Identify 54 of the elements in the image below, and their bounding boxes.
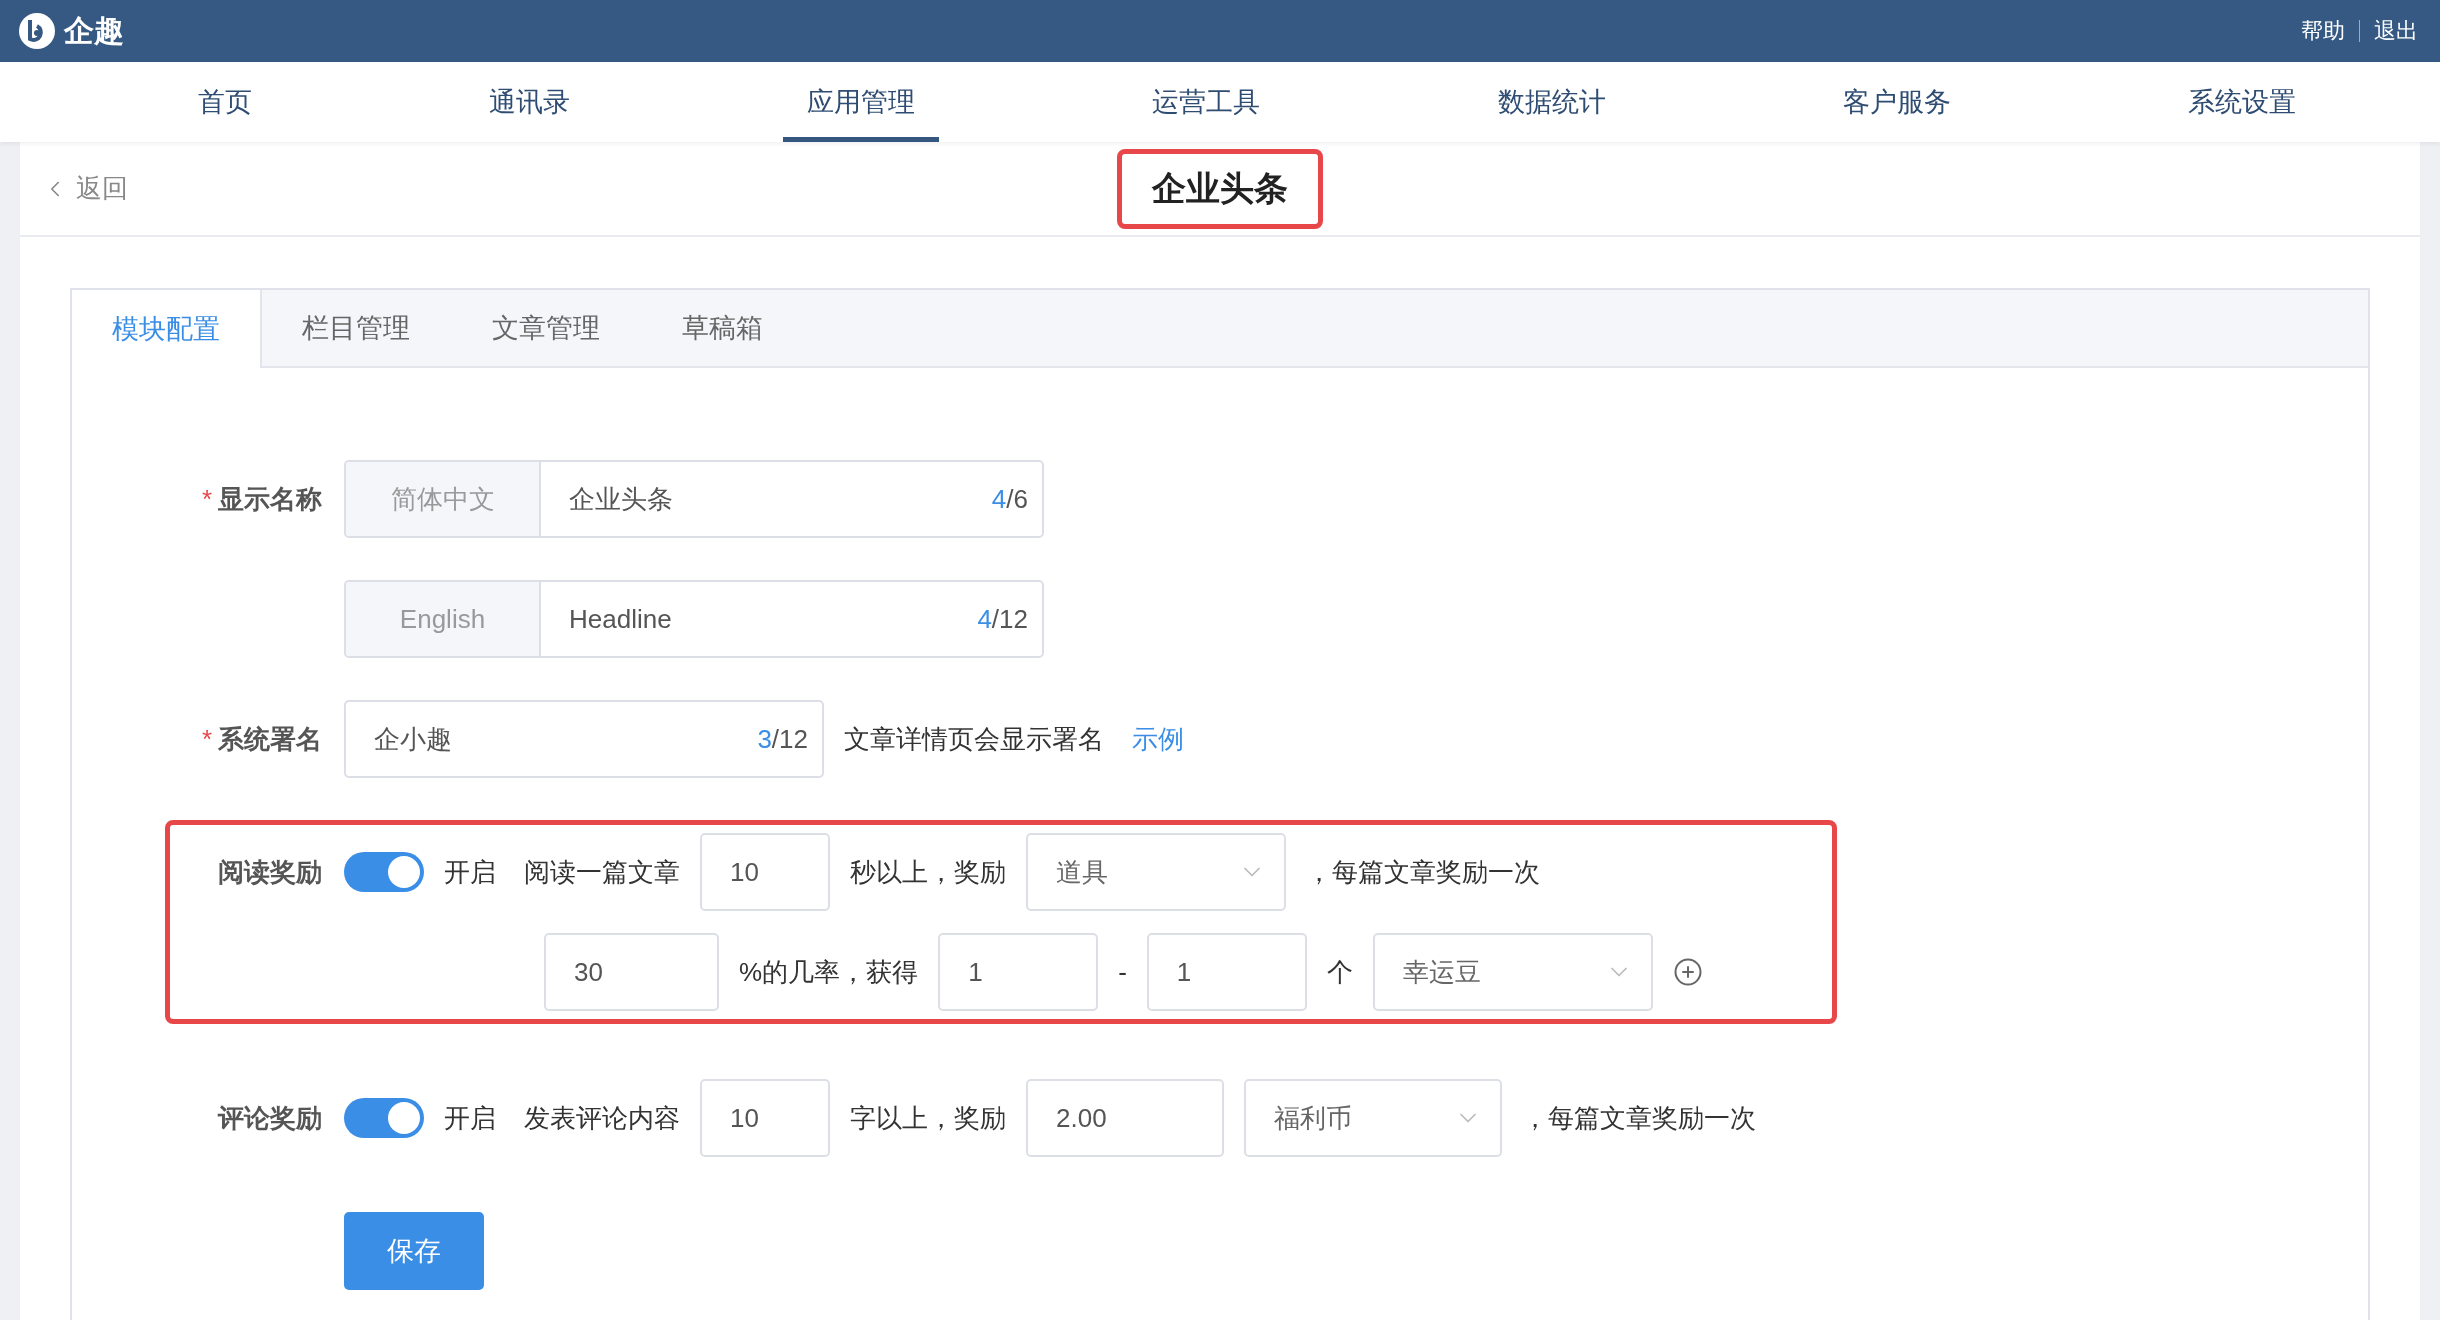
toggle-label: 开启 xyxy=(444,855,496,889)
language-prefix: 简体中文 xyxy=(346,462,541,536)
required-mark: * xyxy=(201,483,212,515)
back-link[interactable]: 返回 xyxy=(42,171,128,206)
nav-tab[interactable]: 客户服务 xyxy=(1818,62,1975,142)
field-value: 企业头条 xyxy=(569,482,674,516)
signature-field[interactable]: 企小趣 3/12 xyxy=(344,700,824,778)
header-link[interactable]: 帮助 xyxy=(2301,16,2345,46)
nav-tab[interactable]: 首页 xyxy=(174,62,276,142)
number-field[interactable]: 1 xyxy=(938,933,1099,1011)
reward-text: ，每篇文章奖励一次 xyxy=(1522,1101,1756,1135)
toggle-switch[interactable] xyxy=(344,1098,424,1138)
tab[interactable]: 草稿箱 xyxy=(642,290,805,366)
number-field[interactable]: 10 xyxy=(700,1079,830,1157)
hint-text: 文章详情页会显示署名 xyxy=(844,722,1104,756)
nav-tab[interactable]: 通讯录 xyxy=(465,62,595,142)
header-link[interactable]: 退出 xyxy=(2374,16,2418,46)
reward-text: 发表评论内容 xyxy=(524,1101,680,1135)
reward-text: ，每篇文章奖励一次 xyxy=(1306,855,1540,889)
reward-text: 个 xyxy=(1326,955,1353,989)
field-label: 阅读奖励 xyxy=(218,855,322,889)
reward-text: 阅读一篇文章 xyxy=(524,855,680,889)
field-label: 评论奖励 xyxy=(218,1101,322,1135)
logo-icon xyxy=(18,12,56,50)
number-field[interactable]: 30 xyxy=(544,933,719,1011)
page-title: 企业头条 xyxy=(1117,148,1323,229)
reward-text: - xyxy=(1118,956,1127,988)
number-field[interactable]: 2.00 xyxy=(1026,1079,1224,1157)
number-field[interactable]: 1 xyxy=(1146,933,1307,1011)
reward-select[interactable]: 幸运豆 xyxy=(1372,933,1653,1011)
toggle-label: 开启 xyxy=(444,1101,496,1135)
name-input-group[interactable]: English Headline 4/12 xyxy=(344,580,1044,658)
field-label: 系统署名 xyxy=(218,722,322,756)
reward-text: 字以上，奖励 xyxy=(850,1101,1006,1135)
language-prefix: English xyxy=(346,582,541,656)
name-input-group[interactable]: 简体中文 企业头条 4/6 xyxy=(344,460,1044,538)
reward-text: %的几率，获得 xyxy=(739,955,919,989)
brand-name: 企趣 xyxy=(64,12,124,49)
field-value: Headline xyxy=(569,603,673,635)
field-label: 显示名称 xyxy=(218,482,322,516)
char-counter: 4/6 xyxy=(991,483,1028,515)
add-icon[interactable] xyxy=(1672,957,1703,987)
char-counter: 4/12 xyxy=(977,603,1028,635)
tab[interactable]: 文章管理 xyxy=(452,290,642,366)
nav-tab[interactable]: 数据统计 xyxy=(1473,62,1630,142)
number-field[interactable]: 10 xyxy=(700,833,830,911)
nav-tab[interactable]: 系统设置 xyxy=(2163,62,2320,142)
reward-select[interactable]: 福利币 xyxy=(1244,1079,1502,1157)
reward-select[interactable]: 道具 xyxy=(1026,833,1286,911)
nav-tab[interactable]: 运营工具 xyxy=(1128,62,1285,142)
toggle-switch[interactable] xyxy=(344,852,424,892)
reward-text: 秒以上，奖励 xyxy=(850,855,1006,889)
required-mark: * xyxy=(201,723,212,755)
tab[interactable]: 栏目管理 xyxy=(262,290,452,366)
